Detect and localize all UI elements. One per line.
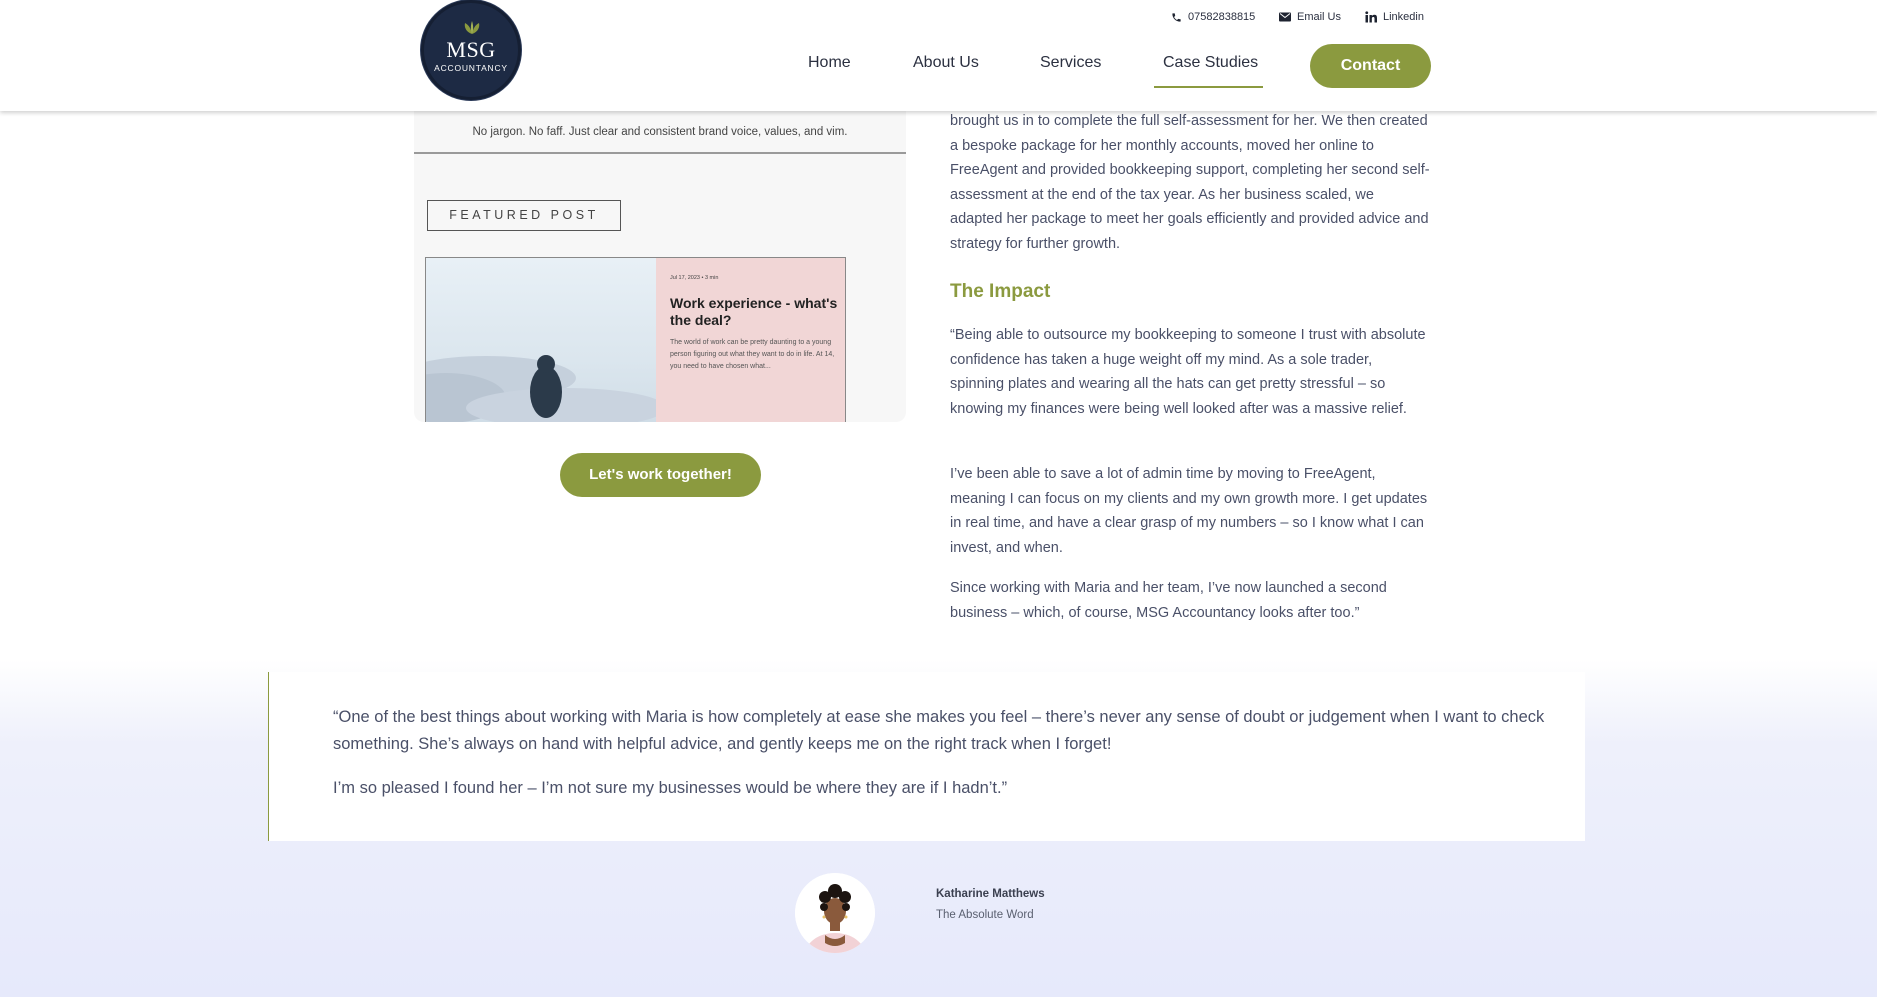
impact-paragraph-2: I’ve been able to save a lot of admin ti…: [950, 466, 1428, 556]
phone-link[interactable]: 07582838815: [1169, 10, 1255, 24]
email-link[interactable]: Email Us: [1278, 10, 1341, 24]
impact-heading: The Impact: [950, 281, 1051, 302]
logo-subtitle: ACCOUNTANCY: [434, 63, 508, 73]
testimonial-quote: “One of the best things about working wi…: [268, 672, 1585, 841]
logo-name: MSG: [446, 37, 496, 62]
nav-services[interactable]: Services: [1040, 54, 1101, 72]
phone-number: 07582838815: [1188, 11, 1256, 23]
avatar: [795, 873, 875, 953]
featured-post-card: Jul 17, 2023 • 3 min Work experience - w…: [425, 257, 846, 422]
lets-work-together-button[interactable]: Let's work together!: [560, 453, 761, 497]
linkedin-link[interactable]: Linkedin: [1364, 10, 1424, 24]
post-excerpt: The world of work can be pretty daunting…: [670, 339, 835, 370]
email-label: Email Us: [1297, 11, 1342, 23]
active-nav-indicator: [1154, 86, 1263, 88]
screenshot-tagline: No jargon. No faff. Just clear and consi…: [472, 126, 848, 138]
contact-button[interactable]: Contact: [1310, 44, 1431, 88]
quote-paragraph-1: “One of the best things about working wi…: [333, 708, 1545, 753]
impact-paragraph-3: Since working with Maria and her team, I…: [950, 580, 1387, 621]
linkedin-icon: [1364, 10, 1378, 24]
msg-logo[interactable]: MSG ACCOUNTANCY: [421, 0, 521, 100]
site-header: MSG ACCOUNTANCY 07582838815 Email Us Lin…: [0, 0, 1877, 111]
nav-case-studies[interactable]: Case Studies: [1163, 54, 1258, 72]
impact-paragraph-1: “Being able to outsource my bookkeeping …: [950, 327, 1426, 417]
linkedin-label: Linkedin: [1383, 11, 1424, 23]
quote-paragraph-2: I’m so pleased I found her – I’m not sur…: [333, 779, 1008, 797]
website-screenshot: No jargon. No faff. Just clear and consi…: [414, 100, 906, 422]
post-meta: Jul 17, 2023 • 3 min: [670, 275, 719, 281]
phone-icon: [1169, 10, 1183, 24]
mail-icon: [1278, 10, 1292, 24]
divider: [414, 152, 906, 154]
featured-post-label: FEATURED POST: [427, 200, 621, 231]
leaf-icon: [464, 21, 480, 34]
post-title: Work experience - what's the deal?: [670, 295, 838, 328]
nav-about-us[interactable]: About Us: [913, 54, 979, 72]
post-image: [426, 258, 656, 422]
author-name: Katharine Matthews: [936, 888, 1045, 900]
nav-home[interactable]: Home: [808, 54, 851, 72]
author-company: The Absolute Word: [936, 909, 1034, 921]
person-avatar-icon: [795, 873, 875, 953]
case-study-paragraph: brought us in to complete the full self-…: [950, 113, 1430, 252]
